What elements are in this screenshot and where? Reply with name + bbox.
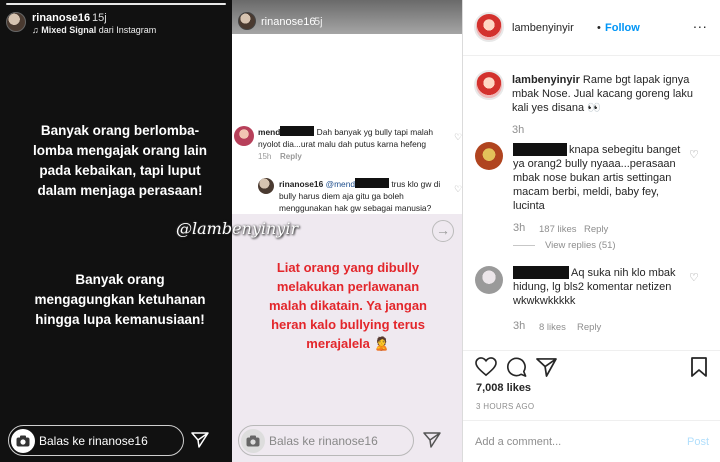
story-red-text: Liat orang yang dibully melakukan perlaw… [258, 258, 438, 353]
comment-mention: @mend [325, 179, 356, 189]
avatar[interactable] [6, 12, 26, 32]
comment-likes[interactable]: 187 likes [539, 224, 577, 235]
camera-icon[interactable] [11, 429, 35, 453]
story-reply-field[interactable]: Balas ke rinanose16 [8, 425, 184, 456]
post-time-ago: 3 HOURS AGO [476, 402, 535, 411]
caption-time: 3h [512, 124, 525, 136]
comment-likes[interactable]: 8 likes [539, 322, 566, 333]
comment-bubble-icon[interactable] [506, 357, 527, 382]
heart-icon[interactable]: ♡ [689, 148, 699, 161]
story-username[interactable]: rinanose16 [261, 16, 315, 28]
woman-emoji-icon: 🙎 [373, 336, 390, 351]
avatar[interactable] [474, 12, 504, 42]
comment-screenshot-card: mend Dah banyak yg bully tapi malah nyol… [232, 34, 462, 214]
separator-dot: • [597, 22, 601, 34]
instagram-post-panel: lambenyinyir • Follow ... lambenyinyir R… [462, 0, 720, 462]
story-progress-bar [6, 3, 226, 5]
send-icon[interactable] [423, 432, 441, 453]
story-header: rinanose16 5j [232, 0, 462, 34]
comment-reply-link[interactable]: Reply [280, 152, 302, 161]
bookmark-icon[interactable] [691, 357, 707, 382]
view-replies-button[interactable]: View replies (51) [545, 240, 616, 251]
comment-reply-button[interactable]: Reply [577, 322, 601, 333]
music-title: ♫ Mixed Signal [32, 25, 97, 35]
next-arrow-icon[interactable]: → [432, 220, 454, 242]
comment-user: rinanose16 [279, 179, 324, 189]
post-username[interactable]: lambenyinyir [512, 22, 574, 34]
story-paragraph-2: Banyak orang mengagungkan ketuhanan hing… [34, 272, 206, 327]
post-caption: lambenyinyir Rame bgt lapak ignya mbak N… [512, 73, 712, 115]
heart-icon[interactable]: ♡ [454, 132, 462, 143]
watermark: @lambenyinyir [176, 219, 299, 238]
comment-1: mend Dah banyak yg bully tapi malah nyol… [258, 126, 443, 150]
comment-time: 3h [513, 222, 526, 234]
caption-username[interactable]: lambenyinyir [512, 74, 580, 86]
reply-placeholder: Balas ke rinanose16 [39, 434, 148, 448]
post-header: lambenyinyir • Follow ... [463, 0, 720, 56]
story-time: 5j [314, 16, 323, 28]
heart-icon[interactable]: ♡ [689, 271, 699, 284]
story-music[interactable]: ♫ Mixed Signal dari Instagram [32, 25, 156, 35]
comment-time: 3h [513, 320, 526, 332]
reply-placeholder: Balas ke rinanose16 [269, 434, 378, 448]
comment-user: mend [258, 127, 281, 137]
commenter-avatar [234, 126, 254, 146]
story-red-text-content: Liat orang yang dibully melakukan perlaw… [269, 260, 427, 351]
redaction-bar [355, 178, 390, 188]
replies-line [513, 245, 535, 246]
music-source: dari Instagram [98, 25, 157, 35]
story-header: rinanose16 15j ♫ Mixed Signal dari Insta… [6, 10, 226, 38]
comment-reply-button[interactable]: Reply [584, 224, 608, 235]
comment-2: rinanose16 @mend trus klo gw di bully ha… [279, 178, 449, 214]
story-reply-field[interactable]: Balas ke rinanose16 [238, 425, 414, 456]
story-username[interactable]: rinanose16 [32, 12, 90, 24]
post-comment-button[interactable]: Post [687, 436, 709, 448]
comment-text: Aq suka nih klo mbak hidung, lg bls2 kom… [513, 267, 676, 307]
share-icon[interactable] [536, 358, 557, 382]
more-options-icon[interactable]: ... [693, 15, 708, 31]
story-time: 15j [92, 12, 107, 24]
heart-icon[interactable]: ♡ [454, 184, 462, 195]
caption-avatar[interactable] [474, 70, 504, 100]
add-comment-bar: Add a comment... Post [463, 420, 720, 462]
avatar[interactable] [238, 12, 256, 30]
camera-icon[interactable] [241, 429, 265, 453]
commenter-avatar[interactable] [475, 142, 503, 170]
like-count[interactable]: 7,008 likes [476, 382, 531, 394]
redaction-bar [280, 126, 315, 136]
comment-text: knapa sebegitu banget ya orang2 bully ny… [513, 144, 681, 212]
story-paragraph-1: Banyak orang berlomba-lomba mengajak ora… [32, 123, 208, 198]
send-icon[interactable] [191, 432, 209, 453]
like-heart-icon[interactable] [475, 357, 497, 382]
comment-time: 15h [258, 152, 272, 161]
commenter-avatar [258, 178, 274, 194]
follow-button[interactable]: Follow [605, 22, 640, 34]
commenter-avatar[interactable] [475, 266, 503, 294]
add-comment-input[interactable]: Add a comment... [475, 436, 561, 448]
